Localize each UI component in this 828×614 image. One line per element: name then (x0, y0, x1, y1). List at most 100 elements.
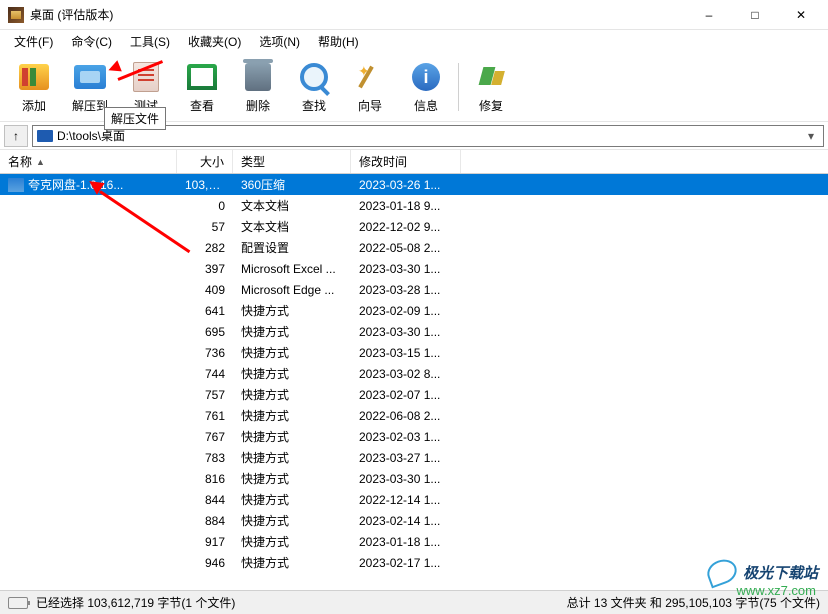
column-name[interactable]: 名称▲ (0, 150, 177, 173)
cell-date: 2023-03-27 1... (351, 451, 461, 465)
cell-date: 2023-02-03 1... (351, 430, 461, 444)
table-row[interactable]: 757快捷方式2023-02-07 1... (0, 384, 828, 405)
column-date[interactable]: 修改时间 (351, 150, 461, 173)
path-dropdown[interactable]: ▾ (803, 129, 819, 143)
table-row[interactable]: 884快捷方式2023-02-14 1... (0, 510, 828, 531)
watermark-url: www.xz7.com (737, 583, 816, 598)
cell-size: 103,612,7... (177, 178, 233, 192)
minimize-button[interactable]: – (686, 0, 732, 30)
cell-size: 884 (177, 514, 233, 528)
column-type[interactable]: 类型 (233, 150, 351, 173)
table-row[interactable]: 695快捷方式2023-03-30 1... (0, 321, 828, 342)
column-size-label: 大小 (200, 153, 224, 170)
toolbar-extract-label: 解压到 (72, 97, 108, 114)
list-header: 名称▲ 大小 类型 修改时间 (0, 150, 828, 174)
toolbar-find[interactable]: 查找 (286, 57, 342, 117)
cell-size: 397 (177, 262, 233, 276)
table-row[interactable]: 736快捷方式2023-03-15 1... (0, 342, 828, 363)
table-row[interactable]: 夸克网盘-1.0.16...103,612,7...360压缩2023-03-2… (0, 174, 828, 195)
cell-size: 783 (177, 451, 233, 465)
toolbar-view[interactable]: 查看 (174, 57, 230, 117)
menu-file[interactable]: 文件(F) (6, 31, 61, 52)
cell-type: 快捷方式 (233, 344, 351, 361)
up-button[interactable]: ↑ (4, 125, 28, 147)
cell-type: 文本文档 (233, 218, 351, 235)
table-row[interactable]: 744快捷方式2023-03-02 8... (0, 363, 828, 384)
cell-type: 快捷方式 (233, 302, 351, 319)
cell-size: 917 (177, 535, 233, 549)
cell-type: 快捷方式 (233, 323, 351, 340)
cell-size: 736 (177, 346, 233, 360)
table-row[interactable]: 844快捷方式2022-12-14 1... (0, 489, 828, 510)
table-row[interactable]: 282配置设置2022-05-08 2... (0, 237, 828, 258)
cell-date: 2023-01-18 1... (351, 535, 461, 549)
toolbar-delete[interactable]: 删除 (230, 57, 286, 117)
cell-type: 配置设置 (233, 239, 351, 256)
cell-type: Microsoft Edge ... (233, 283, 351, 297)
column-name-label: 名称 (8, 153, 32, 170)
menubar: 文件(F) 命令(C) 工具(S) 收藏夹(O) 选项(N) 帮助(H) (0, 30, 828, 52)
table-row[interactable]: 783快捷方式2023-03-27 1... (0, 447, 828, 468)
toolbar-add[interactable]: 添加 (6, 57, 62, 117)
cell-date: 2023-03-30 1... (351, 262, 461, 276)
column-type-label: 类型 (241, 153, 265, 170)
column-size[interactable]: 大小 (177, 150, 233, 173)
info-icon: i (408, 59, 444, 95)
cell-type: 快捷方式 (233, 554, 351, 571)
cell-date: 2023-02-09 1... (351, 304, 461, 318)
status-left: 已经选择 103,612,719 字节(1 个文件) (36, 594, 567, 611)
extract-tooltip: 解压文件 (104, 107, 166, 130)
toolbar-wizard[interactable]: 向导 (342, 57, 398, 117)
cell-type: Microsoft Excel ... (233, 262, 351, 276)
table-row[interactable]: 397Microsoft Excel ...2023-03-30 1... (0, 258, 828, 279)
cell-size: 409 (177, 283, 233, 297)
window-title: 桌面 (评估版本) (30, 6, 686, 23)
repair-icon (473, 59, 509, 95)
cell-type: 快捷方式 (233, 449, 351, 466)
cell-type: 快捷方式 (233, 407, 351, 424)
up-arrow-icon: ↑ (13, 129, 19, 143)
cell-size: 761 (177, 409, 233, 423)
titlebar: 桌面 (评估版本) – □ ✕ (0, 0, 828, 30)
cell-date: 2023-01-18 9... (351, 199, 461, 213)
menu-tools[interactable]: 工具(S) (122, 31, 178, 52)
cell-date: 2023-03-30 1... (351, 325, 461, 339)
statusbar: 已经选择 103,612,719 字节(1 个文件) 总计 13 文件夹 和 2… (0, 590, 828, 614)
table-row[interactable]: 761快捷方式2022-06-08 2... (0, 405, 828, 426)
menu-options[interactable]: 选项(N) (251, 31, 308, 52)
table-row[interactable]: 816快捷方式2023-03-30 1... (0, 468, 828, 489)
table-row[interactable]: 917快捷方式2023-01-18 1... (0, 531, 828, 552)
table-row[interactable]: 946快捷方式2023-02-17 1... (0, 552, 828, 573)
toolbar-repair[interactable]: 修复 (463, 57, 519, 117)
table-row[interactable]: 996快捷方式2023-01-06 1... (0, 573, 828, 574)
cell-type: 360压缩 (233, 176, 351, 193)
menu-help[interactable]: 帮助(H) (310, 31, 367, 52)
cell-date: 2023-02-07 1... (351, 388, 461, 402)
cell-size: 946 (177, 556, 233, 570)
menu-command[interactable]: 命令(C) (63, 31, 120, 52)
table-row[interactable]: 767快捷方式2023-02-03 1... (0, 426, 828, 447)
cell-date: 2023-03-30 1... (351, 472, 461, 486)
maximize-button[interactable]: □ (732, 0, 778, 30)
table-row[interactable]: 409Microsoft Edge ...2023-03-28 1... (0, 279, 828, 300)
cell-type: 快捷方式 (233, 491, 351, 508)
cell-size: 844 (177, 493, 233, 507)
watermark: 极光下载站 www.xz7.com (707, 560, 818, 584)
close-button[interactable]: ✕ (778, 0, 824, 30)
cell-date: 2022-06-08 2... (351, 409, 461, 423)
find-icon (296, 59, 332, 95)
cell-date: 2023-02-17 1... (351, 556, 461, 570)
toolbar-info[interactable]: i 信息 (398, 57, 454, 117)
table-row[interactable]: 641快捷方式2023-02-09 1... (0, 300, 828, 321)
cell-size: 757 (177, 388, 233, 402)
cell-date: 2023-03-02 8... (351, 367, 461, 381)
table-row[interactable]: 57文本文档2022-12-02 9... (0, 216, 828, 237)
cell-type: 快捷方式 (233, 428, 351, 445)
menu-favorites[interactable]: 收藏夹(O) (180, 31, 249, 52)
drive-icon (37, 130, 53, 142)
cell-date: 2023-03-15 1... (351, 346, 461, 360)
toolbar-delete-label: 删除 (246, 97, 270, 114)
delete-icon (240, 59, 276, 95)
file-list[interactable]: 夸克网盘-1.0.16...103,612,7...360压缩2023-03-2… (0, 174, 828, 574)
add-icon (16, 59, 52, 95)
